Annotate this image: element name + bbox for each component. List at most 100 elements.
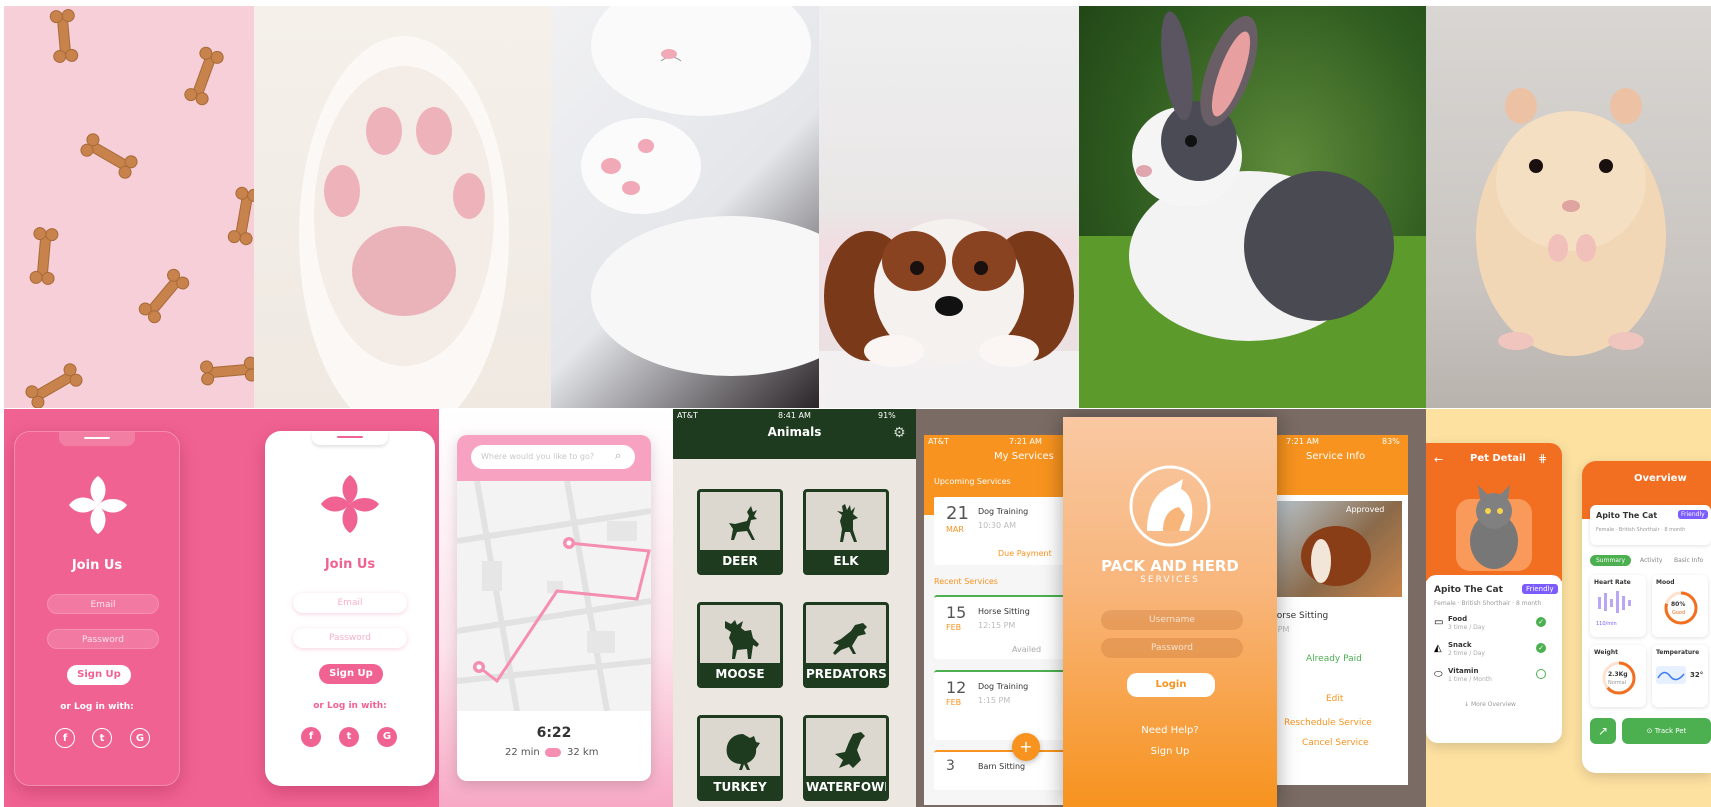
signup-link[interactable]: Sign Up — [1063, 746, 1277, 757]
service-info-screen: 7:21 AM 83% Service Info Approved Horse … — [1266, 435, 1408, 785]
service-name: Dog Training — [978, 507, 1029, 516]
trip-duration: 22 min — [505, 747, 540, 758]
tab-basic-info[interactable]: Basic Info — [1674, 557, 1703, 564]
tile-predators[interactable]: PREDATORS — [803, 602, 889, 688]
edit-button[interactable]: Edit — [1326, 694, 1343, 704]
login-button[interactable]: Login — [1127, 673, 1215, 697]
tile-deer[interactable]: DEER — [697, 489, 783, 575]
twitter-icon[interactable]: t — [339, 727, 359, 747]
pet-detail-title: Pet Detail — [1470, 453, 1526, 464]
tile-turkey[interactable]: TURKEY — [697, 715, 783, 801]
facebook-icon[interactable]: f — [55, 728, 75, 748]
upcoming-card[interactable]: 21 MAR Dog Training 10:30 AM Due Payment — [934, 495, 1074, 565]
unchecked-icon[interactable] — [1536, 669, 1546, 679]
need-frequency: 2 time / Day — [1448, 650, 1485, 657]
pet-meta: Female · British Shorthair · 8 month — [1596, 527, 1686, 533]
google-icon[interactable]: G — [377, 727, 397, 747]
email-field[interactable]: Email — [47, 594, 159, 614]
recent-card[interactable]: 12 FEB Dog Training 1:15 PM — [934, 670, 1074, 740]
twitter-icon[interactable]: t — [92, 728, 112, 748]
eta-time: 6:22 — [536, 725, 572, 741]
need-frequency: 1 time / Month — [1448, 676, 1492, 683]
panel-animals: AT&T 8:41 AM 91% Animals ⚙ DEER ELK MOOS… — [673, 409, 916, 807]
tab-activity[interactable]: Activity — [1640, 557, 1662, 564]
panel-join-us: Join Us Email Password Sign Up or Log in… — [4, 409, 439, 807]
search-input[interactable]: Where would you like to go? — [471, 445, 635, 469]
username-field[interactable]: Username — [1101, 610, 1243, 630]
alt-login-label: or Log in with: — [313, 701, 387, 711]
service-name: Horse Sitting — [978, 607, 1030, 616]
trend-icon[interactable]: ↗ — [1590, 718, 1616, 744]
weight-value: 2.3Kg — [1608, 671, 1628, 678]
need-frequency: 3 time / Day — [1448, 624, 1485, 631]
check-icon[interactable]: ✓ — [1536, 643, 1546, 653]
search-icon[interactable]: ⌕ — [615, 449, 621, 463]
my-services-screen: AT&T 7:21 AM My Services Upcoming Servic… — [924, 435, 1074, 805]
need-name: Food — [1448, 615, 1468, 623]
info-title: Service Info — [1306, 451, 1366, 462]
track-pet-button[interactable]: ⊙ Track Pet — [1622, 718, 1711, 744]
upcoming-header: Upcoming Services — [934, 477, 1011, 486]
signup-button[interactable]: Sign Up — [319, 664, 383, 684]
photo-sleeping-cat — [551, 6, 819, 408]
phone-notch — [312, 431, 388, 445]
pet-age: 8 month — [1664, 527, 1686, 533]
cancel-service-button[interactable]: Cancel Service — [1302, 738, 1369, 748]
status-battery: 91% — [878, 411, 896, 420]
tile-label: MOOSE — [700, 663, 780, 685]
tile-moose[interactable]: MOOSE — [697, 602, 783, 688]
due-payment-button[interactable]: Due Payment — [998, 549, 1052, 558]
check-icon[interactable]: ✓ — [1536, 617, 1546, 627]
friendly-badge: Friendly — [1678, 510, 1708, 519]
join-title: Join Us — [71, 558, 123, 573]
recent-card[interactable]: 15 FEB Horse Sitting 12:15 PM Availed — [934, 595, 1074, 659]
join-title: Join Us — [324, 557, 376, 572]
email-field[interactable]: Email — [293, 593, 407, 613]
google-icon[interactable]: G — [130, 728, 150, 748]
pet-detail-screen: ← Pet Detail ⋕ Apito The Cat Friendly Fe… — [1426, 443, 1562, 743]
services-title: My Services — [994, 451, 1054, 462]
tab-summary[interactable]: Summary — [1590, 555, 1631, 566]
service-name: Barn Sitting — [978, 762, 1026, 771]
facebook-icon[interactable]: f — [301, 727, 321, 747]
recent-card[interactable]: 3 Barn Sitting — [934, 750, 1074, 790]
flower-logo-icon — [321, 475, 379, 533]
password-field[interactable]: Password — [1101, 638, 1243, 658]
tile-waterfowl[interactable]: WATERFOWL — [803, 715, 889, 801]
heart-rate-value: 110/min — [1596, 621, 1617, 627]
tile-label: TURKEY — [700, 776, 780, 798]
approved-badge: Approved — [1346, 505, 1385, 514]
overview-screen: Overview Apito The Cat Friendly Female ·… — [1582, 461, 1711, 773]
menu-icon[interactable]: ⋕ — [1538, 452, 1547, 465]
signup-button[interactable]: Sign Up — [67, 665, 131, 685]
reschedule-button[interactable]: Reschedule Service — [1284, 718, 1372, 728]
map-phone: Where would you like to go? ⌕ 6:22 22 mi… — [457, 435, 651, 781]
add-service-button[interactable]: + — [1012, 733, 1040, 761]
more-overview-link[interactable]: ↓ More Overview — [1464, 701, 1516, 708]
alt-login-label: or Log in with: — [60, 702, 134, 712]
heart-rate-label: Heart Rate — [1594, 579, 1631, 586]
gear-icon[interactable]: ⚙ — [893, 425, 906, 441]
password-field[interactable]: Password — [47, 629, 159, 649]
need-help-link[interactable]: Need Help? — [1063, 725, 1277, 736]
back-arrow-icon[interactable]: ← — [1434, 453, 1443, 466]
photo-dog-biscuits — [4, 6, 254, 408]
pet-gender: Female — [1434, 600, 1456, 607]
tile-label: PREDATORS — [806, 663, 886, 685]
trip-distance: 32 km — [567, 747, 599, 758]
car-icon — [545, 748, 561, 757]
collage: Join Us Email Password Sign Up or Log in… — [0, 0, 1711, 807]
mood-gauge — [1664, 591, 1698, 625]
food-bowl-icon: ▭ — [1434, 617, 1444, 628]
rabbit-illustration — [1079, 11, 1426, 408]
status-battery: 83% — [1382, 437, 1400, 446]
flower-logo-icon — [69, 476, 127, 534]
photo-kitten-paw — [254, 6, 551, 408]
route-map[interactable] — [457, 481, 651, 711]
pet-age: 8 month — [1516, 600, 1542, 607]
service-month: FEB — [946, 623, 962, 632]
tile-elk[interactable]: ELK — [803, 489, 889, 575]
password-field[interactable]: Password — [293, 628, 407, 648]
pet-breed: British Shorthair — [1461, 600, 1511, 607]
brand-name: PACK AND HERD — [1101, 557, 1239, 575]
